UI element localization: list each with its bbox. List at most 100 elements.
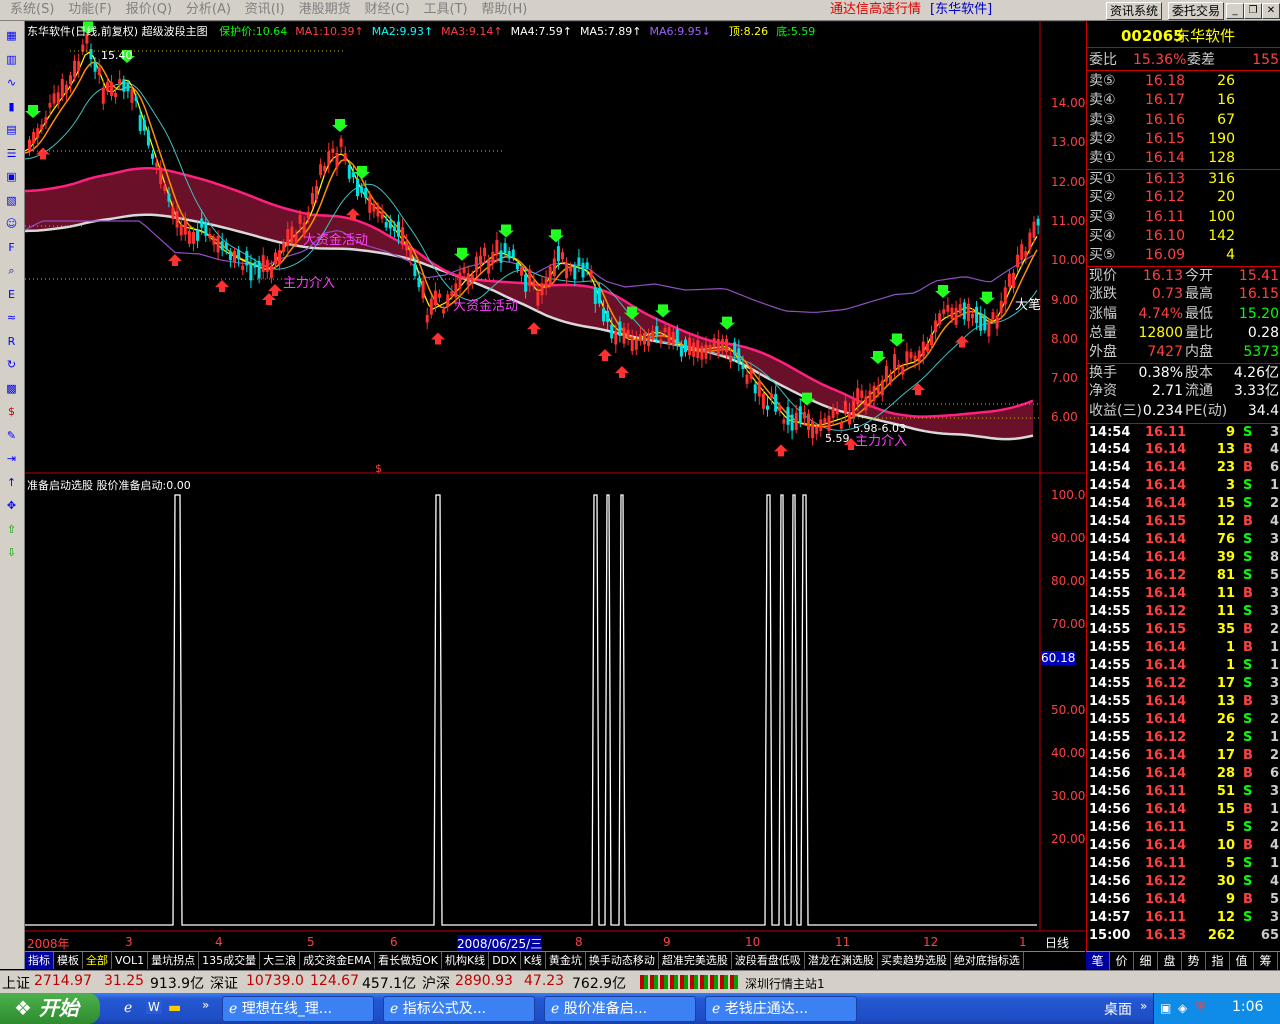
- indicator-tab[interactable]: 波段看盘低吸: [732, 952, 805, 969]
- chevron-icon[interactable]: »: [1140, 999, 1147, 1013]
- indicator-tab[interactable]: 机构K线: [442, 952, 490, 969]
- chart-area[interactable]: 东华软件(日线,前复权) 超级波段主图 保护价:10.64 MA1:10.39↑ M…: [25, 21, 1085, 952]
- volume-icon[interactable]: ◈: [1178, 1001, 1187, 1015]
- task-button-1[interactable]: ℯ 理想在线_理...: [222, 996, 374, 1022]
- menu-quote[interactable]: 报价(Q): [126, 0, 172, 20]
- indicator-tab[interactable]: 模板: [54, 952, 83, 969]
- people-icon[interactable]: ☺: [3, 215, 20, 232]
- indicator-tab[interactable]: 买卖趋势选股: [878, 952, 951, 969]
- menu-analysis[interactable]: 分析(A): [186, 0, 231, 20]
- candle-body: [118, 79, 122, 85]
- down-green-icon[interactable]: ⇩: [3, 544, 20, 561]
- desktop-toolbar[interactable]: 桌面: [1104, 999, 1132, 1019]
- f10-icon[interactable]: F: [3, 238, 20, 256]
- start-button[interactable]: ❖ 开始: [0, 993, 100, 1024]
- line-icon[interactable]: ∿: [3, 74, 20, 91]
- wrench-icon[interactable]: ✎: [3, 426, 20, 444]
- menu-system[interactable]: 系统(S): [10, 0, 54, 20]
- rsi-icon[interactable]: R: [3, 332, 20, 350]
- right-tab[interactable]: 指: [1206, 952, 1230, 970]
- stock-header: 002065 东华软件: [1087, 25, 1280, 48]
- menu-tools[interactable]: 工具(T): [424, 0, 468, 20]
- task-button-2[interactable]: ℯ 指标公式及...: [383, 996, 535, 1022]
- stat-label: 股本: [1185, 365, 1213, 381]
- indicator-tab[interactable]: 绝对底指标选: [951, 952, 1024, 969]
- wave-icon[interactable]: ≈: [3, 309, 20, 326]
- security-icon[interactable]: ⛨: [1196, 1000, 1205, 1015]
- up-arrow-icon[interactable]: ↑: [3, 473, 20, 491]
- ma-band-fill: [247, 194, 253, 236]
- indicator-tab[interactable]: 看长做短OK: [375, 952, 442, 969]
- ma-band-fill: [115, 171, 121, 219]
- folder-quicklaunch-icon[interactable]: ▬: [168, 1000, 181, 1016]
- close-icon[interactable]: ✕: [1262, 3, 1280, 19]
- right-tab[interactable]: 细: [1134, 952, 1158, 970]
- menu-bar: 系统(S) 功能(F) 报价(Q) 分析(A) 资讯(I) 港股期货 财经(C)…: [0, 0, 1280, 21]
- indicator-tab[interactable]: 指标: [25, 952, 54, 969]
- candle-body: [499, 250, 503, 263]
- indicator-tab[interactable]: 135成交量: [199, 952, 261, 969]
- stat-label: 收益(三): [1089, 402, 1142, 419]
- right-tab[interactable]: 价: [1110, 952, 1134, 970]
- table-icon[interactable]: ▤: [3, 121, 20, 138]
- candle-body: [569, 266, 573, 272]
- right-tab[interactable]: 筹: [1254, 952, 1278, 970]
- buy-signal-icon: [332, 119, 348, 132]
- tick-count: 3: [1269, 425, 1279, 440]
- indicator-tab[interactable]: VOL1: [112, 952, 149, 969]
- dollar-icon[interactable]: $: [3, 403, 20, 420]
- move-icon[interactable]: ✥: [3, 497, 20, 514]
- period-label[interactable]: 日线: [1045, 934, 1069, 951]
- right-tab[interactable]: 盘: [1158, 952, 1182, 970]
- right-tab[interactable]: 值: [1230, 952, 1254, 970]
- up-green-icon[interactable]: ⇧: [3, 520, 20, 538]
- calendar-icon[interactable]: ▧: [3, 191, 20, 209]
- tick-side: S: [1243, 568, 1253, 583]
- news-system-button[interactable]: 资讯系统: [1106, 2, 1163, 20]
- indicator-line: [25, 494, 1037, 926]
- network-icon[interactable]: ▣: [1160, 1001, 1171, 1015]
- indicator-tab[interactable]: K线: [521, 952, 546, 969]
- kline-icon[interactable]: ▥: [3, 50, 20, 68]
- tick-volume: 39: [1216, 550, 1235, 565]
- list-icon[interactable]: ☰: [3, 144, 20, 162]
- tick-row: 14:55 16.12 11 S 3: [1087, 603, 1280, 621]
- menu-info[interactable]: 资讯(I): [245, 0, 285, 20]
- tick-time: 14:55: [1089, 604, 1131, 619]
- candle-body: [925, 343, 929, 352]
- ma-label: MA5:7.89↑: [580, 25, 642, 38]
- bar-icon[interactable]: ▮: [3, 97, 20, 115]
- indicator-tab[interactable]: 超准完美选股: [659, 952, 732, 969]
- indicator-tab[interactable]: 换手动态移动: [586, 952, 659, 969]
- indicator-tab[interactable]: 大三浪: [260, 952, 301, 969]
- ie-quicklaunch-icon[interactable]: ℯ: [124, 1000, 132, 1016]
- chevron-icon[interactable]: »: [202, 998, 209, 1012]
- indicator-tab[interactable]: DDX: [489, 952, 521, 969]
- menu-finance[interactable]: 财经(C): [364, 0, 409, 20]
- grid-icon[interactable]: ▦: [3, 27, 20, 44]
- indicator-tab[interactable]: 量坑拐点: [148, 952, 200, 969]
- etf-icon[interactable]: E: [3, 285, 20, 303]
- indicator-tab[interactable]: 成交资金EMA: [300, 952, 376, 969]
- task-button-3[interactable]: ℯ 股价准备启...: [544, 996, 696, 1022]
- minimize-icon[interactable]: _: [1226, 3, 1244, 19]
- refresh-icon[interactable]: ↻: [3, 356, 20, 373]
- menu-help[interactable]: 帮助(H): [481, 0, 527, 20]
- right-tab[interactable]: 势: [1182, 952, 1206, 970]
- task-button-4[interactable]: ℯ 老钱庄通达...: [705, 996, 857, 1022]
- menu-hk-futures[interactable]: 港股期货: [299, 0, 351, 20]
- search-icon[interactable]: ⌕: [3, 262, 20, 279]
- indicator-tab[interactable]: 黄金坑: [546, 952, 586, 969]
- export-icon[interactable]: ⇥: [3, 450, 20, 467]
- candle-body: [323, 165, 327, 172]
- trade-button[interactable]: 委托交易: [1168, 2, 1225, 20]
- buy-signal-icon: [889, 333, 905, 347]
- indicator-tab[interactable]: 全部: [83, 952, 112, 969]
- indicator-tab[interactable]: 潜龙在渊选股: [805, 952, 878, 969]
- calc-icon[interactable]: ▩: [3, 379, 20, 397]
- word-quicklaunch-icon[interactable]: W: [146, 1000, 162, 1014]
- news-icon[interactable]: ▣: [3, 168, 20, 185]
- menu-function[interactable]: 功能(F): [68, 0, 112, 20]
- restore-icon[interactable]: ❐: [1244, 3, 1262, 19]
- right-tab[interactable]: 笔: [1086, 952, 1110, 970]
